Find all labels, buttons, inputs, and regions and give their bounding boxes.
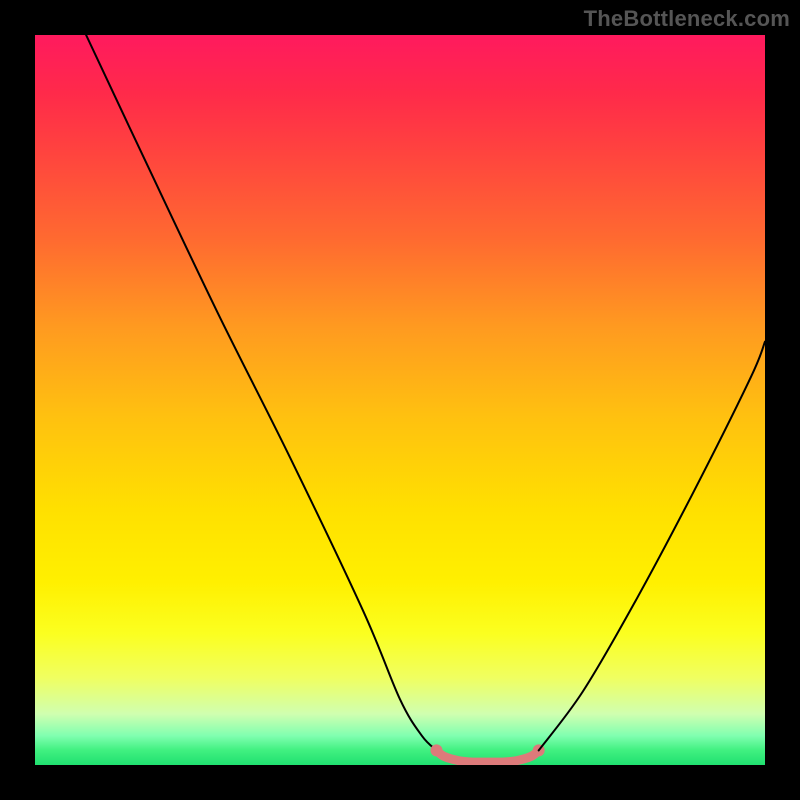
chart-svg xyxy=(35,35,765,765)
plot-area xyxy=(35,35,765,765)
series-left-curve xyxy=(86,35,436,750)
valley-end-dot xyxy=(431,744,443,756)
chart-container: TheBottleneck.com xyxy=(0,0,800,800)
series-valley-marker xyxy=(437,750,539,762)
watermark-text: TheBottleneck.com xyxy=(584,6,790,32)
series-right-curve xyxy=(539,342,765,751)
series-group xyxy=(86,35,765,762)
